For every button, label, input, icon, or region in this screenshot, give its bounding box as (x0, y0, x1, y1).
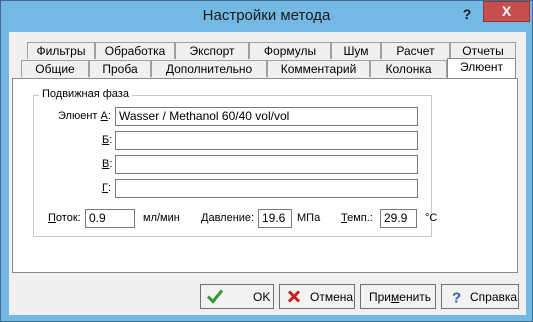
tab-comment[interactable]: Комментарий (267, 60, 370, 77)
cancel-label: Отмена (310, 290, 354, 304)
tab-label: Проба (102, 62, 138, 76)
help-label: Справка (470, 290, 518, 304)
ok-label: OK (253, 290, 271, 304)
label-text: Элюент (58, 110, 101, 122)
eluent-g-label: Г: (102, 182, 111, 194)
close-button[interactable]: X (483, 1, 530, 22)
label-text: При (369, 290, 392, 304)
flow-field[interactable]: 0.9 (85, 209, 135, 228)
tab-label: Дополнительно (165, 62, 253, 76)
tab-label: Обработка (104, 44, 166, 58)
pressure-field[interactable]: 19.6 (258, 209, 292, 228)
tab-label: Расчет (396, 44, 435, 58)
title-bar[interactable]: Настройки метода ? X (1, 1, 532, 32)
checkmark-icon (207, 289, 223, 304)
tab-label: Шум (343, 44, 369, 58)
eluent-v-field[interactable] (115, 155, 418, 174)
pressure-unit: МПа (297, 212, 321, 224)
eluent-a-field[interactable]: Wasser / Methanol 60/40 vol/vol (115, 107, 418, 126)
temperature-field[interactable]: 29.9 (380, 209, 417, 228)
eluent-b-field[interactable] (115, 131, 418, 150)
help-title-button[interactable]: ? (453, 5, 481, 23)
tab-column[interactable]: Колонка (370, 60, 447, 77)
tab-label: Формулы (263, 44, 317, 58)
apply-label: Применить (369, 290, 431, 304)
flow-label: Поток: (48, 212, 81, 224)
tab-sample[interactable]: Проба (89, 60, 151, 77)
eluent-g-field[interactable] (115, 179, 418, 198)
tab-processing[interactable]: Обработка (95, 42, 175, 59)
label-text: авление: (208, 212, 255, 224)
pressure-label: Давление: (201, 212, 254, 224)
label-colon: : (109, 158, 113, 170)
tab-general[interactable]: Общие (21, 60, 89, 77)
dialog-window: Настройки метода ? X Фильтры Обработка Э… (0, 0, 533, 322)
svg-text:?: ? (452, 290, 461, 306)
tab-label: Фильтры (36, 44, 86, 58)
apply-button[interactable]: Применить (360, 284, 436, 309)
temperature-unit: °C (425, 212, 438, 224)
cancel-button[interactable]: Отмена (279, 284, 355, 309)
tab-label: Общие (35, 62, 75, 76)
eluent-a-label: Элюент А: (58, 110, 111, 122)
eluent-v-label: В: (102, 158, 112, 170)
label-colon: : (107, 110, 111, 122)
label-text: емп.: (347, 212, 373, 224)
tab-eluent[interactable]: Элюент (447, 58, 516, 78)
question-icon: ? (452, 290, 461, 306)
label-key: А (100, 110, 108, 122)
tab-additional[interactable]: Дополнительно (151, 60, 267, 77)
tab-calculation[interactable]: Расчет (381, 42, 450, 59)
tab-noise[interactable]: Шум (331, 42, 381, 59)
label-key: П (48, 212, 56, 224)
flow-unit: мл/мин (143, 212, 180, 224)
eluent-b-label: Б: (102, 134, 112, 146)
tab-formulas[interactable]: Формулы (249, 42, 331, 59)
tab-label: Комментарий (280, 62, 357, 76)
tab-filters[interactable]: Фильтры (27, 42, 95, 59)
tab-label: Элюент (459, 60, 504, 74)
close-icon: X (501, 3, 512, 19)
tab-label: Экспорт (189, 44, 235, 58)
label-text: оток: (55, 212, 81, 224)
label-text: енить (399, 290, 432, 304)
help-button[interactable]: ? Справка (441, 284, 519, 309)
label-colon: : (109, 134, 113, 146)
group-title: Подвижная фаза (39, 88, 132, 100)
ok-button[interactable]: OK (200, 284, 274, 309)
tab-export[interactable]: Экспорт (175, 42, 249, 59)
label-colon: : (107, 182, 112, 194)
tab-reports[interactable]: Отчеты (450, 42, 516, 59)
tab-label: Колонка (385, 62, 432, 76)
cross-icon (287, 290, 301, 303)
temperature-label: Темп.: (341, 212, 373, 224)
tab-label: Отчеты (462, 44, 504, 58)
